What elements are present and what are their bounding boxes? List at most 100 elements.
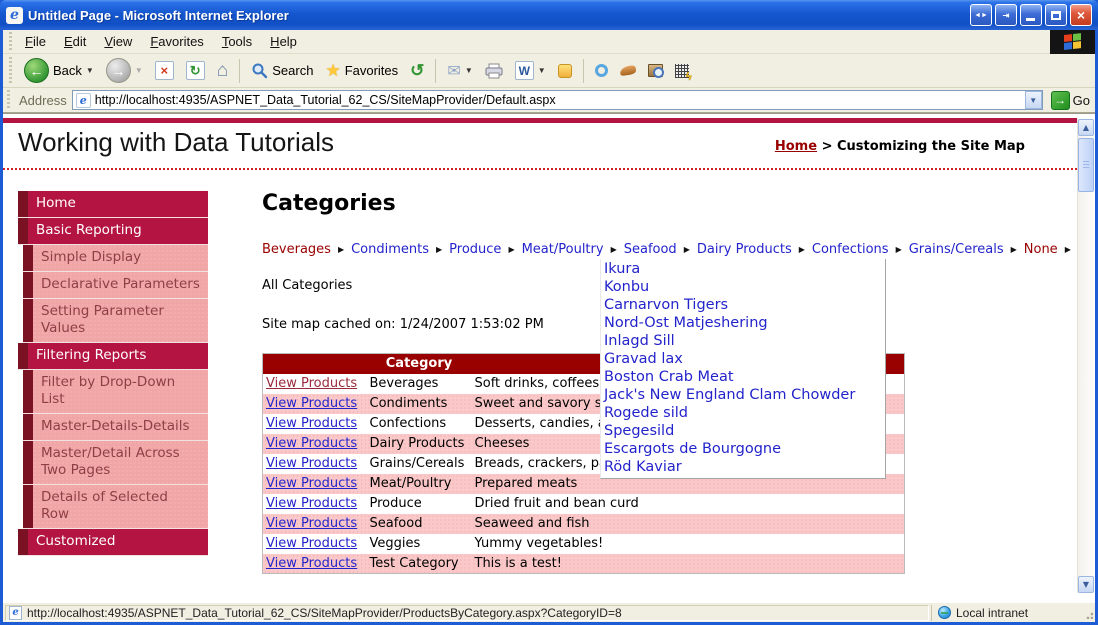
view-products-link-seafood[interactable]: View Products <box>266 516 357 531</box>
edit-dropdown-icon[interactable]: ▼ <box>538 66 546 75</box>
research-addon-button[interactable] <box>644 62 667 79</box>
category-menu-item-seafood[interactable]: Seafood <box>624 242 677 257</box>
maximize-button[interactable] <box>1045 4 1067 26</box>
toolbar-grip-handle[interactable] <box>9 32 12 51</box>
breadcrumb-home-link[interactable]: Home <box>775 139 817 154</box>
menu-tools[interactable]: Tools <box>213 31 261 52</box>
category-menu-item-produce[interactable]: Produce <box>449 242 501 257</box>
search-button[interactable]: Search <box>247 60 317 81</box>
home-icon: ⌂ <box>216 59 229 81</box>
sidebar-item-label: Basic Reporting <box>28 218 208 244</box>
site-title: Working with Data Tutorials <box>18 127 334 157</box>
seafood-menu-item-inlagd-sill[interactable]: Inlagd Sill <box>604 332 885 350</box>
category-menu-item-dairy-products[interactable]: Dairy Products <box>697 242 792 257</box>
seafood-menu-item-boston-crab-meat[interactable]: Boston Crab Meat <box>604 368 885 386</box>
detach-window-button[interactable]: ⇥ <box>995 4 1017 26</box>
category-menu-item-grains-cereals[interactable]: Grains/Cereals <box>909 242 1004 257</box>
sidebar-item-filtering-reports[interactable]: Filtering Reports <box>18 343 208 370</box>
edit-with-word-button[interactable]: W ▼ <box>511 59 550 82</box>
sidebar-item-details-of-selected-row[interactable]: Details of Selected Row <box>23 485 208 529</box>
refresh-button[interactable]: ↻ <box>182 59 209 82</box>
sidebar-item-label: Master-Details-Details <box>33 414 208 440</box>
menu-help[interactable]: Help <box>261 31 306 52</box>
mail-dropdown-icon[interactable]: ▼ <box>465 66 473 75</box>
messenger-button[interactable] <box>554 62 576 80</box>
ie-logo-icon: e <box>6 6 23 24</box>
close-button[interactable]: × <box>1070 4 1092 26</box>
view-products-link-produce[interactable]: View Products <box>266 496 357 511</box>
go-button[interactable]: → Go <box>1048 90 1093 110</box>
sidebar-item-simple-display[interactable]: Simple Display <box>23 245 208 272</box>
sidebar-item-master-detail-across-two-pages[interactable]: Master/Detail Across Two Pages <box>23 441 208 485</box>
category-cell: Beverages <box>369 376 439 391</box>
view-products-link-grains-cereals[interactable]: View Products <box>266 456 357 471</box>
description-cell: Yummy vegetables! <box>474 536 604 551</box>
scrollbar-thumb[interactable] <box>1078 138 1094 192</box>
view-products-link-condiments[interactable]: View Products <box>266 396 357 411</box>
category-cell: Meat/Poultry <box>366 473 472 494</box>
seafood-menu-item-carnarvon-tigers[interactable]: Carnarvon Tigers <box>604 296 885 314</box>
address-input[interactable]: e http://localhost:4935/ASPNET_Data_Tuto… <box>71 90 1043 110</box>
menu-file[interactable]: File <box>16 31 55 52</box>
category-menu-item-condiments[interactable]: Condiments <box>351 242 429 257</box>
sidebar-item-home[interactable]: Home <box>18 191 208 218</box>
breadcrumb-current: Customizing the Site Map <box>837 139 1025 154</box>
view-products-link-meat-poultry[interactable]: View Products <box>266 476 357 491</box>
home-button[interactable]: ⌂ <box>213 58 232 84</box>
pan-left-right-button[interactable]: ◄► <box>970 4 992 26</box>
category-cell: Veggies <box>369 536 421 551</box>
seafood-menu-item-escargots-de-bourgogne[interactable]: Escargots de Bourgogne <box>604 440 885 458</box>
history-button[interactable]: ↺ <box>406 59 428 83</box>
back-dropdown-icon[interactable]: ▼ <box>86 66 94 75</box>
menu-arrow-icon: ▶ <box>683 245 690 254</box>
toolbar-grip-handle[interactable] <box>7 90 10 110</box>
msn-addon-button[interactable] <box>591 62 612 79</box>
menu-favorites[interactable]: Favorites <box>141 31 212 52</box>
vertical-scrollbar[interactable]: ▲ ▼ <box>1077 119 1094 593</box>
sidebar-item-declarative-parameters[interactable]: Declarative Parameters <box>23 272 208 299</box>
seafood-menu-item-gravad-lax[interactable]: Gravad lax <box>604 350 885 368</box>
addon-button[interactable] <box>616 64 640 77</box>
sidebar-item-label: Setting Parameter Values <box>33 299 208 342</box>
view-products-link-dairy-products[interactable]: View Products <box>266 436 357 451</box>
category-menu-item-confections[interactable]: Confections <box>812 242 889 257</box>
minimize-button[interactable] <box>1020 4 1042 26</box>
sidebar-item-basic-reporting[interactable]: Basic Reporting <box>18 218 208 245</box>
seafood-menu-item-konbu[interactable]: Konbu <box>604 278 885 296</box>
status-message-pane: e http://localhost:4935/ASPNET_Data_Tuto… <box>5 604 929 621</box>
view-products-link-confections[interactable]: View Products <box>266 416 357 431</box>
seafood-menu-item-spegesild[interactable]: Spegesild <box>604 422 885 440</box>
table-row: View Products Test Category This is a test… <box>262 553 905 574</box>
category-menu-item-meat-poultry[interactable]: Meat/Poultry <box>522 242 604 257</box>
sidebar-item-master-details-details[interactable]: Master-Details-Details <box>23 414 208 441</box>
scroll-up-button[interactable]: ▲ <box>1078 119 1094 136</box>
view-products-link-veggies[interactable]: View Products <box>266 536 357 551</box>
seafood-menu-item-ikura[interactable]: Ikura <box>604 260 885 278</box>
binary-addon-button[interactable] <box>671 62 693 83</box>
forward-button[interactable]: → ▼ <box>102 56 147 85</box>
stop-button[interactable]: × <box>151 59 178 82</box>
view-products-link-beverages[interactable]: View Products <box>266 376 357 391</box>
resize-grip-handle[interactable] <box>1081 605 1095 621</box>
back-button[interactable]: ← Back ▼ <box>20 56 98 85</box>
sidebar-item-filter-by-drop-down-list[interactable]: Filter by Drop-Down List <box>23 370 208 414</box>
table-column-header: Category <box>366 353 472 374</box>
seafood-menu-item-rogede-sild[interactable]: Rogede sild <box>604 404 885 422</box>
sidebar-item-customized[interactable]: Customized <box>18 529 208 556</box>
view-products-link-test-category[interactable]: View Products <box>266 556 357 571</box>
address-dropdown-button[interactable]: ▼ <box>1024 91 1042 109</box>
seafood-menu-item-r-d-kaviar[interactable]: Röd Kaviar <box>604 458 885 476</box>
toolbar-grip-handle[interactable] <box>9 57 12 84</box>
seafood-menu-item-jack-s-new-england-clam-chowder[interactable]: Jack's New England Clam Chowder <box>604 386 885 404</box>
favorites-button[interactable]: ★ Favorites <box>321 59 402 83</box>
menu-view[interactable]: View <box>95 31 141 52</box>
scroll-down-button[interactable]: ▼ <box>1078 576 1094 593</box>
back-icon: ← <box>24 58 49 83</box>
sidebar-item-setting-parameter-values[interactable]: Setting Parameter Values <box>23 299 208 343</box>
table-column-header <box>262 353 367 374</box>
mail-button[interactable]: ✉ ▼ <box>443 59 476 83</box>
title-bar: e Untitled Page - Microsoft Internet Exp… <box>0 0 1098 30</box>
menu-edit[interactable]: Edit <box>55 31 95 52</box>
print-button[interactable] <box>481 61 507 81</box>
seafood-menu-item-nord-ost-matjeshering[interactable]: Nord-Ost Matjeshering <box>604 314 885 332</box>
